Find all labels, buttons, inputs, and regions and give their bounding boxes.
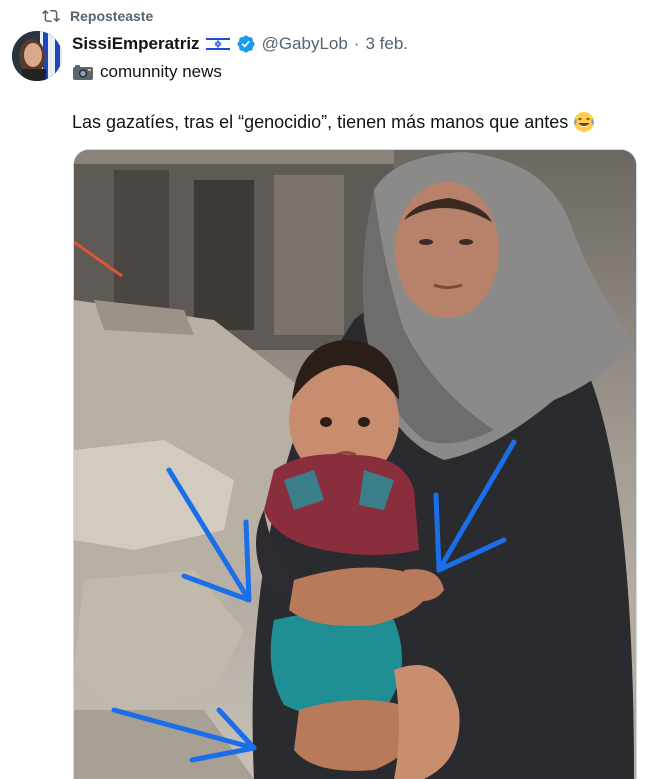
author-handle[interactable]: @GabyLob [262,34,348,54]
repost-label: Reposteaste [70,8,154,24]
repost-indicator[interactable]: Reposteaste [42,6,153,26]
repost-icon [42,9,60,23]
photo [74,150,636,779]
israel-flag-icon [205,36,230,52]
bio-text: comunnity news [100,62,222,81]
tweet-text: Las gazatíes, tras el “genocidio”, tiene… [72,111,569,132]
avatar[interactable] [12,31,62,81]
camera-icon [73,65,93,80]
face-with-tears-of-joy-icon [574,112,595,132]
tweet-media-image[interactable] [73,149,637,779]
author-display-name[interactable]: SissiEmperatriz [72,34,200,54]
separator-dot: · [353,34,360,53]
tweet-date[interactable]: 3 feb. [366,34,409,54]
author-bio: comunnity news [72,60,222,84]
verified-badge-icon[interactable] [236,34,256,54]
tweet-body: Las gazatíes, tras el “genocidio”, tiene… [72,110,596,134]
tweet-header: SissiEmperatriz @GabyLob · 3 feb. [72,32,408,56]
